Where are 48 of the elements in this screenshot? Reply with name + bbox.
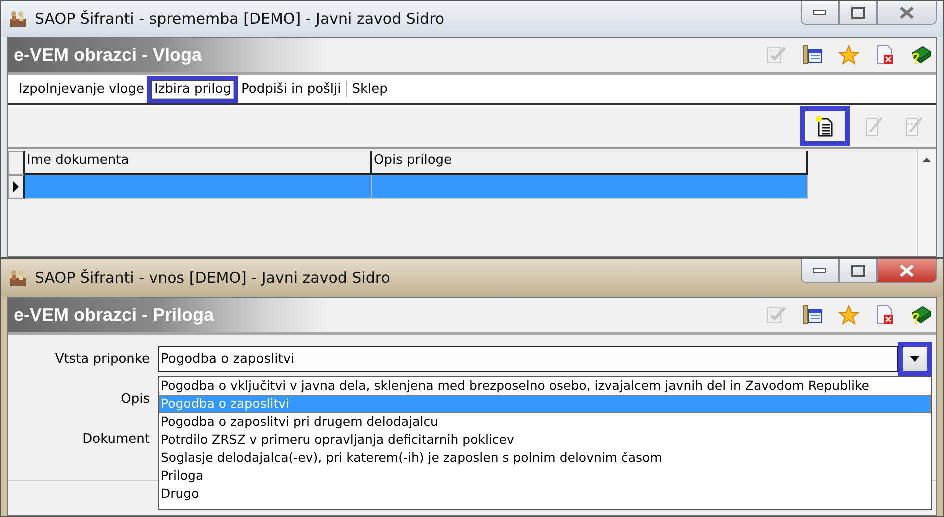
close-button[interactable] xyxy=(877,1,937,25)
window-title: SAOP Šifranti - vnos [DEMO] - Javni zavod Sidro xyxy=(35,269,392,287)
dropdown-option[interactable]: Soglasje delodajalca(-ev), pri katerem(-ih) je zaposlen s polnim delovnim časom xyxy=(159,449,931,467)
dropdown-field[interactable]: Pogodba o zaposlitvi xyxy=(158,346,898,372)
dropdown-option[interactable]: Priloga xyxy=(159,467,931,485)
minimize-icon xyxy=(813,10,827,16)
edit-document-icon xyxy=(904,115,924,137)
maximize-icon xyxy=(851,6,865,18)
star-icon[interactable] xyxy=(838,305,860,325)
close-icon xyxy=(899,6,915,18)
tab[interactable]: Izpolnjevanje vloge xyxy=(16,80,148,98)
app-icon xyxy=(9,10,27,28)
dropdown-option[interactable]: Potrdilo ZRSZ v primeru opravljanja deficitarnih poklicev xyxy=(159,431,931,449)
star-icon[interactable] xyxy=(838,45,860,65)
minimize-button[interactable] xyxy=(801,1,839,25)
new-document-icon xyxy=(815,115,835,137)
help-book-icon[interactable] xyxy=(910,305,932,325)
app-icon xyxy=(9,269,27,287)
minimize-button[interactable] xyxy=(801,259,839,283)
close-button[interactable] xyxy=(877,259,937,283)
maximize-button[interactable] xyxy=(839,1,877,25)
table-icon[interactable] xyxy=(802,305,824,325)
dropdown-value: Pogodba o zaposlitvi xyxy=(160,352,295,366)
field-label: Dokument xyxy=(82,432,151,446)
form-title: e-VEM obrazci - Priloga xyxy=(14,304,214,326)
dropdown-option[interactable]: Drugo xyxy=(159,485,931,503)
maximize-icon xyxy=(851,264,865,276)
dropdown-button[interactable] xyxy=(898,342,932,376)
toolbar-button[interactable] xyxy=(800,106,850,146)
help-book-icon[interactable] xyxy=(910,45,932,65)
scroll-up-icon[interactable] xyxy=(922,157,932,163)
caret-icon xyxy=(910,356,920,362)
edit-document-icon xyxy=(864,115,884,137)
window-title: SAOP Šifranti - sprememba [DEMO] - Javni zavod Sidro xyxy=(35,10,446,28)
tab[interactable]: Podpiši in pošlji xyxy=(238,80,344,98)
field-label: Opis xyxy=(120,392,151,406)
close-icon xyxy=(899,264,915,276)
field-label: Vtsta priponke xyxy=(54,352,151,366)
dropdown-option[interactable]: Pogodba o zaposlitvi pri drugem delodajalcu xyxy=(159,413,931,431)
tab[interactable]: Sklep xyxy=(349,80,391,98)
form-title: e-VEM obrazci - Vloga xyxy=(14,44,202,66)
maximize-button[interactable] xyxy=(839,259,877,283)
row-indicator[interactable] xyxy=(8,175,25,199)
scrollbar[interactable] xyxy=(917,149,936,256)
dropdown-option[interactable]: Pogodba o vključitvi v javna dela, sklenjena med brezposelno osebo, izvajalcem javnih del in Zavodom Republike xyxy=(159,377,931,395)
tab[interactable]: Izbira prilog xyxy=(147,76,238,102)
minimize-icon xyxy=(813,268,827,274)
table-icon[interactable] xyxy=(802,45,824,65)
